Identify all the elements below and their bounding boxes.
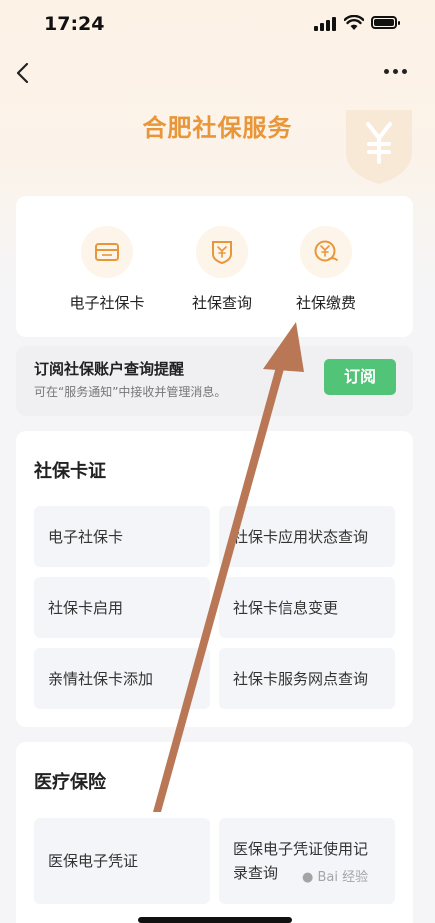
service-item[interactable]: 社保卡信息变更	[219, 577, 395, 638]
quick-item-label: 社保缴费	[295, 294, 356, 312]
service-item[interactable]: 医保电子凭证使用记录查询	[219, 818, 395, 904]
service-item[interactable]: 亲情社保卡添加	[34, 648, 210, 709]
service-item[interactable]: 医保电子凭证	[34, 818, 210, 904]
subscribe-title: 订阅社保账户查询提醒	[34, 360, 185, 378]
watermark-logo: ● Bai 经验	[302, 870, 369, 885]
back-icon[interactable]	[10, 58, 36, 88]
quick-item-e-card[interactable]: 电子社保卡	[57, 226, 157, 313]
subscribe-description: 可在“服务通知”中接收并管理消息。	[34, 385, 227, 399]
section-title: 医疗保险	[34, 772, 106, 793]
section-social-security-card: 社保卡证 电子社保卡 社保卡应用状态查询 社保卡启用 社保卡信息变更 亲情社保卡…	[16, 431, 413, 727]
quick-item-label: 电子社保卡	[69, 294, 145, 312]
service-item[interactable]: 电子社保卡	[34, 506, 210, 567]
section-title: 社保卡证	[34, 461, 106, 482]
service-item[interactable]: 社保卡启用	[34, 577, 210, 638]
service-item[interactable]: 社保卡服务网点查询	[219, 648, 395, 709]
shield-yuan-decoration-icon	[346, 110, 412, 184]
subscribe-bar: 订阅社保账户查询提醒 可在“服务通知”中接收并管理消息。 订阅	[16, 346, 413, 416]
signal-icon	[314, 17, 336, 31]
quick-item-query[interactable]: 社保查询	[172, 226, 272, 313]
more-icon[interactable]	[382, 65, 410, 79]
section-medical-insurance: 医疗保险 医保电子凭证 医保电子凭证使用记录查询	[16, 742, 413, 923]
status-time: 17:24	[44, 13, 105, 35]
subscribe-button[interactable]: 订阅	[324, 359, 396, 395]
quick-services-card: 电子社保卡 社保查询 社保缴费	[16, 196, 413, 337]
quick-item-label: 社保查询	[191, 294, 252, 312]
shield-yuan-icon	[196, 226, 248, 278]
quick-item-payment[interactable]: 社保缴费	[276, 226, 376, 313]
wifi-icon	[344, 15, 364, 30]
status-bar: 17:24	[0, 0, 435, 50]
card-icon	[81, 226, 133, 278]
home-indicator	[138, 917, 292, 923]
battery-icon	[371, 16, 400, 29]
service-item[interactable]: 社保卡应用状态查询	[219, 506, 395, 567]
yuan-pay-icon	[300, 226, 352, 278]
